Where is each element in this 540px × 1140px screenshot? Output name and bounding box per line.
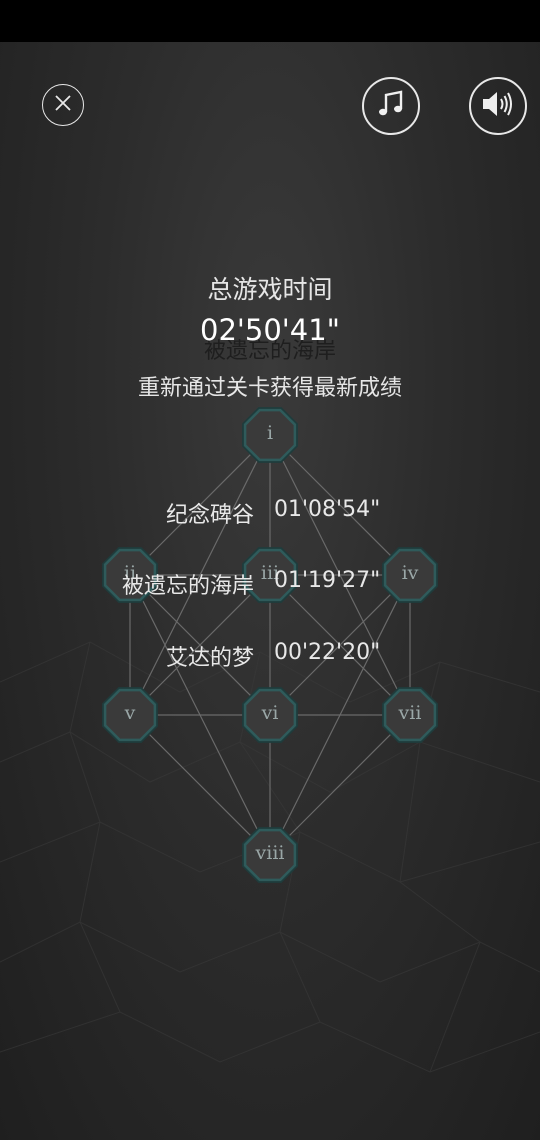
level-node-label: vii [398, 702, 422, 724]
total-time-label: 总游戏时间 [207, 275, 333, 304]
chapter-name: 被遗忘的海岸 [121, 574, 254, 599]
chapter-row: 艾达的梦 00'22'20" [0, 640, 540, 671]
level-node-label: viii [255, 842, 285, 864]
level-node-label: i [266, 422, 274, 444]
chapter-time: 00'22'20" [274, 640, 381, 665]
chapter-row: 纪念碑谷 01'08'54" [0, 497, 540, 528]
chapter-name: 艾达的梦 [165, 646, 254, 671]
chapter-time: 01'19'27" [274, 568, 381, 593]
graph-edge [129, 714, 271, 856]
replay-hint: 重新通过关卡获得最新成绩 [137, 376, 402, 401]
graph-edge [269, 714, 411, 856]
level-node-label: v [124, 702, 136, 724]
chapter-time: 01'08'54" [274, 497, 381, 522]
level-node-label: vi [261, 702, 279, 724]
chapter-row: 被遗忘的海岸 01'19'27" [0, 568, 540, 599]
chapter-name: 纪念碑谷 [165, 503, 254, 528]
total-time-value: 02'50'41" [200, 313, 340, 347]
